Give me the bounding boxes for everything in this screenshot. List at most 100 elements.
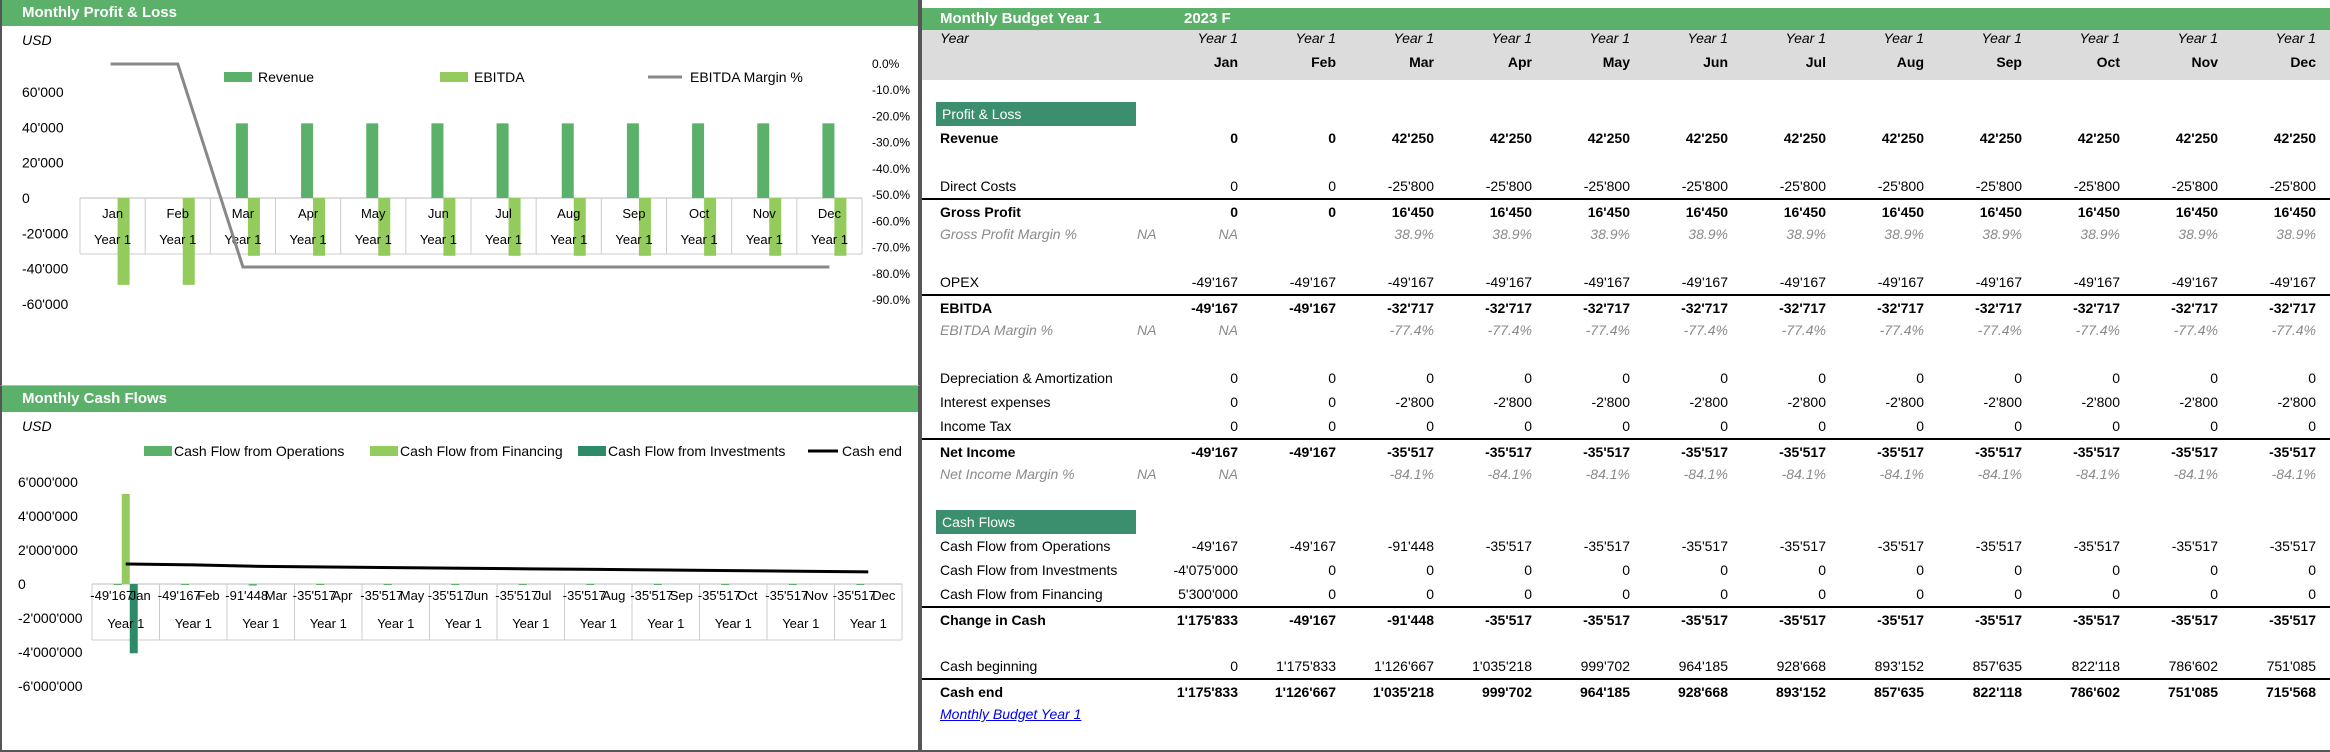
budget-cell: 0 — [1230, 178, 1238, 194]
budget-cell: 0 — [1524, 370, 1532, 386]
budget-cell: -2'800 — [2081, 394, 2120, 410]
budget-cell: Year 1 — [2079, 30, 2120, 46]
budget-cell: -77.4% — [1683, 322, 1728, 338]
budget-cell: -35'517 — [1485, 538, 1532, 554]
bar-cf-operations — [316, 584, 325, 585]
x-sublabel: Year 1 — [94, 232, 131, 247]
budget-cell: 0 — [1524, 586, 1532, 602]
y2-tick-label: -90.0% — [872, 293, 910, 307]
budget-cell: -35'517 — [1877, 538, 1924, 554]
pl-chart[interactable]: Revenue EBITDA EBITDA Margin % 60'000 40'000… — [2, 52, 918, 382]
x-tick-label: May — [361, 206, 386, 221]
budget-cell: -35'517 — [1975, 444, 2022, 460]
budget-cell: -84.1% — [1683, 466, 1728, 482]
budget-cell: 42'250 — [1391, 130, 1434, 146]
budget-row-label: Gross Profit — [940, 204, 1021, 220]
budget-row: Net Income Margin % NA NA -84.1% -84.1% -84.1… — [922, 462, 2330, 486]
budget-cell: 38.9% — [1492, 226, 1532, 242]
budget-row-label: Cash beginning — [940, 658, 1038, 674]
budget-row: Revenue 0 0 42'250 42'250 42'250 42'250 42'250 4… — [922, 126, 2330, 150]
x-tick-label-overlap: Dec — [872, 588, 896, 603]
budget-cell: 928'668 — [1677, 684, 1728, 700]
budget-row-label: EBITDA Margin % — [940, 322, 1054, 338]
budget-cell: Year 1 — [2177, 30, 2218, 46]
budget-cell: -35'517 — [2073, 444, 2120, 460]
budget-cell: 16'450 — [2077, 204, 2120, 220]
y-tick-label: 40'000 — [22, 119, 64, 135]
pl-chart-title: Monthly Profit & Loss — [2, 0, 918, 26]
budget-cell: -35'517 — [1681, 538, 1728, 554]
cf-chart[interactable]: Cash Flow from Operations Cash Flow from … — [2, 438, 918, 750]
budget-cell: -49'167 — [1191, 538, 1238, 554]
budget-cell: 0 — [1328, 418, 1336, 434]
budget-row: Net Income -49'167 -49'167 -35'517 -35'517 -3… — [922, 438, 2330, 462]
budget-cell: 0 — [1916, 562, 1924, 578]
bar-cf-operations — [653, 584, 662, 585]
budget-cell: 1'126'667 — [1274, 684, 1336, 700]
budget-row-label: Direct Costs — [940, 178, 1017, 194]
budget-cell: 0 — [1328, 562, 1336, 578]
budget-cell: 0 — [1230, 394, 1238, 410]
budget-cell: -84.1% — [1879, 466, 1924, 482]
budget-cell: 38.9% — [1394, 226, 1434, 242]
budget-cell: 38.9% — [1982, 226, 2022, 242]
x-tick-label: -35'517 — [495, 588, 538, 603]
budget-row: Cash Flow from Investments -4'075'000 0 0 0 0… — [922, 558, 2330, 582]
legend-swatch-1 — [370, 446, 398, 456]
budget-cell: -35'517 — [1485, 612, 1532, 628]
budget-cell: -35'517 — [1387, 444, 1434, 460]
budget-cell: -35'517 — [1975, 612, 2022, 628]
budget-cell: 16'450 — [2175, 204, 2218, 220]
budget-cell: -2'800 — [1591, 394, 1630, 410]
x-tick-label: Jan — [102, 206, 123, 221]
y2-tick-label: -10.0% — [872, 83, 910, 97]
x-tick-label: -49'167 — [90, 588, 133, 603]
x-tick-label: -35'517 — [630, 588, 673, 603]
y-tick-label: 2'000'000 — [18, 542, 78, 558]
budget-cell: -25'800 — [2269, 178, 2316, 194]
x-tick-label: -49'167 — [158, 588, 201, 603]
budget-cell: 964'185 — [1579, 684, 1630, 700]
x-tick-label: -35'517 — [698, 588, 741, 603]
budget-cell: 751'085 — [2167, 684, 2218, 700]
bar-cf-operations — [248, 584, 257, 586]
budget-cell: -77.4% — [1977, 322, 2022, 338]
budget-cell: 38.9% — [2178, 226, 2218, 242]
budget-cell: -49'167 — [1779, 274, 1826, 290]
budget-cell: Mar — [1409, 54, 1434, 70]
bar-cf-operations — [451, 584, 460, 585]
legend-label-1: Cash Flow from Financing — [400, 443, 563, 459]
budget-cell: -2'800 — [2277, 394, 2316, 410]
pl-chart-unit: USD — [22, 32, 52, 48]
budget-cell: 38.9% — [1786, 226, 1826, 242]
budget-cell: 0 — [1328, 586, 1336, 602]
budget-cell: -35'517 — [2171, 444, 2218, 460]
x-sublabel: Year 1 — [580, 616, 617, 631]
budget-cell: -35'517 — [1485, 444, 1532, 460]
budget-cell: 0 — [1720, 418, 1728, 434]
budget-cell: -77.4% — [1879, 322, 1924, 338]
budget-cell: 16'450 — [1489, 204, 1532, 220]
budget-row: Cash Flow from Operations -49'167 -49'167 -… — [922, 534, 2330, 558]
y-tick-label: -2'000'000 — [18, 610, 83, 626]
budget-cell: -35'517 — [1583, 444, 1630, 460]
budget-row: OPEX -49'167 -49'167 -49'167 -49'167 -49'167 -… — [922, 270, 2330, 294]
budget-cell: 38.9% — [1590, 226, 1630, 242]
x-tick-label: -35'517 — [563, 588, 606, 603]
budget-cell: Nov — [2191, 54, 2218, 70]
budget-cell: -84.1% — [1585, 466, 1630, 482]
budget-cell: 16'450 — [1979, 204, 2022, 220]
y-tick-label: 6'000'000 — [18, 474, 78, 490]
budget-cell: -25'800 — [1583, 178, 1630, 194]
budget-row-label: Cash Flow from Financing — [940, 586, 1103, 602]
budget-cell: -77.4% — [2173, 322, 2218, 338]
budget-cell: -32'717 — [1877, 300, 1924, 316]
budget-link[interactable]: Monthly Budget Year 1 — [940, 706, 1081, 722]
bar-cf-operations — [721, 584, 730, 585]
budget-row: Cash end 1'175'833 1'126'667 1'035'218 999'7… — [922, 678, 2330, 702]
bar-cf-operations — [383, 584, 392, 585]
budget-cell: 42'250 — [1881, 130, 1924, 146]
y2-tick-label: -30.0% — [872, 136, 910, 150]
budget-cell: 999'702 — [1481, 684, 1532, 700]
budget-cell: 0 — [2210, 370, 2218, 386]
